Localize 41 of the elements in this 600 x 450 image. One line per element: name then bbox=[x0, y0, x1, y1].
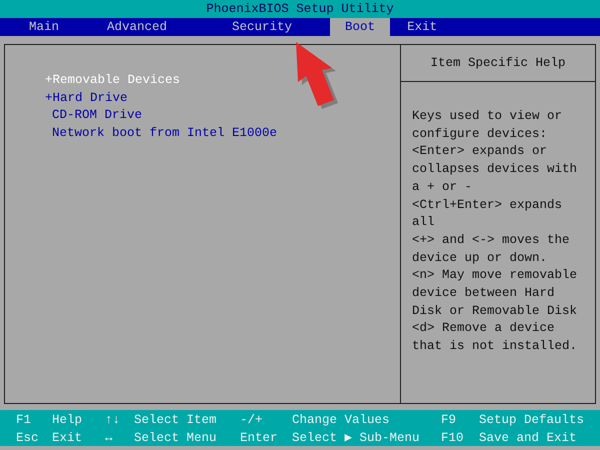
help-text: <+> and <-> moves the bbox=[412, 232, 571, 249]
help-text: <Ctrl+Enter> expands bbox=[412, 196, 564, 214]
key-action: Exit bbox=[52, 430, 84, 446]
key-label: -/+ bbox=[240, 412, 264, 429]
key-label: F1 bbox=[16, 412, 32, 429]
help-text: <d> Remove a device bbox=[412, 320, 556, 338]
help-text: <n> May move removable bbox=[412, 267, 578, 284]
help-text: a + or - bbox=[412, 178, 474, 196]
window-title: PhoenixBIOS Setup Utility bbox=[206, 1, 394, 18]
key-label: Esc bbox=[16, 430, 40, 446]
help-text: all bbox=[412, 214, 436, 232]
help-text: that is not installed. bbox=[412, 338, 578, 356]
key-action: Select Menu bbox=[134, 430, 218, 446]
help-text: device up or down. bbox=[412, 250, 548, 267]
key-action: Change Values bbox=[292, 412, 391, 429]
menu-tab[interactable]: Exit bbox=[392, 18, 452, 36]
help-text: Keys used to view or bbox=[412, 108, 564, 125]
boot-device-item[interactable]: Network boot from Intel E1000e bbox=[45, 124, 400, 142]
key-action: Select Item bbox=[134, 412, 218, 429]
help-text: device between Hard bbox=[412, 285, 556, 302]
help-title: Item Specific Help bbox=[430, 56, 566, 70]
key-label: F9 bbox=[441, 412, 458, 429]
menu-tab[interactable]: Advanced bbox=[92, 18, 182, 36]
key-action: Help bbox=[52, 412, 84, 429]
key-label: F10 bbox=[441, 430, 465, 446]
help-text: Disk or Removable Disk bbox=[412, 302, 578, 320]
boot-device-item[interactable]: CD-ROM Drive bbox=[45, 107, 400, 124]
key-action: Select ▶ Sub-Menu bbox=[292, 430, 421, 446]
help-text: <Enter> expands or bbox=[412, 143, 548, 160]
help-text: collapses devices with bbox=[412, 161, 578, 178]
menu-tab[interactable]: Boot bbox=[330, 18, 390, 36]
key-action: Save and Exit bbox=[479, 430, 578, 446]
boot-device-item[interactable]: +Hard Drive bbox=[45, 90, 400, 107]
arrow-annotation bbox=[296, 42, 338, 109]
help-text: configure devices: bbox=[412, 126, 548, 143]
menu-tab[interactable]: Main bbox=[14, 18, 74, 36]
key-label: ↔ bbox=[105, 430, 114, 446]
key-action: Setup Defaults bbox=[479, 412, 586, 429]
menu-tab[interactable]: Security bbox=[217, 18, 308, 36]
key-label: Enter bbox=[240, 430, 279, 446]
key-label: ↑↓ bbox=[105, 412, 122, 429]
